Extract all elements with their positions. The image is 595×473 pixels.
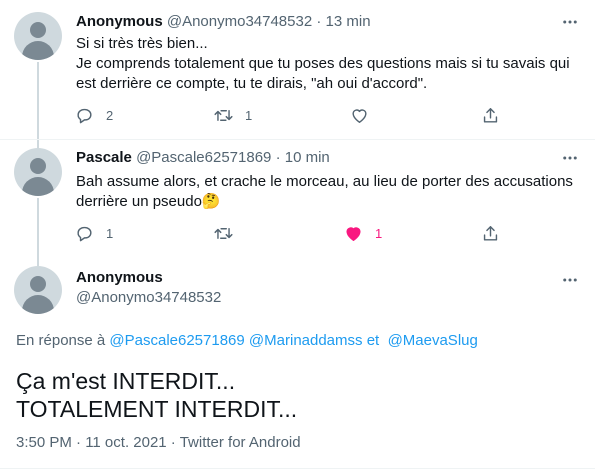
tweet-text-line: Je comprends totalement que tu poses des… <box>76 55 570 72</box>
mention-link[interactable]: @Pascale62571869 <box>109 332 244 349</box>
like-button[interactable]: 1 <box>344 224 382 243</box>
thread-line <box>37 198 39 266</box>
tweet-timestamp[interactable]: 3:50 PM · 11 oct. 2021 · Twitter for And… <box>16 433 301 453</box>
author-name[interactable]: Pascale <box>76 149 132 166</box>
like-icon <box>346 227 361 241</box>
retweet-count: 1 <box>245 108 253 123</box>
reply-count: 1 <box>106 226 114 241</box>
tweet-text-line: Bah assume alors, et crache le morceau, … <box>76 173 573 190</box>
main-tweet-text: Ça m'est INTERDIT... TOTALEMENT INTERDIT… <box>16 367 297 423</box>
reply-icon <box>77 108 92 124</box>
author-name[interactable]: Anonymous <box>76 13 163 30</box>
more-icon[interactable] <box>560 12 580 32</box>
retweet-icon <box>214 110 233 121</box>
thread-line <box>37 62 39 150</box>
mention-link[interactable]: @MaevaSlug <box>388 332 478 349</box>
reply-count: 2 <box>106 108 114 123</box>
reply-prefix: En réponse à <box>16 332 110 349</box>
author-name[interactable]: Anonymous <box>76 269 163 286</box>
main-tweet-name: Anonymous <box>76 268 163 288</box>
reply-context: En réponse à @Pascale62571869 @Marinadda… <box>16 331 478 351</box>
tweet-header: Pascale @Pascale62571869 · 10 min <box>76 148 330 168</box>
share-button[interactable] <box>481 224 500 243</box>
more-icon[interactable] <box>560 148 580 168</box>
mention-link[interactable]: @Marinaddamss <box>249 332 363 349</box>
author-handle[interactable]: @Anonymo34748532 <box>76 289 221 306</box>
meta-separator: · <box>271 149 285 166</box>
avatar[interactable] <box>14 266 62 314</box>
divider <box>0 139 595 140</box>
tweet-text-line: derrière un pseudo🤔 <box>76 192 221 212</box>
avatar[interactable] <box>14 12 62 60</box>
reply-button[interactable]: 1 <box>75 224 113 243</box>
tweet-time[interactable]: 13 min <box>326 13 371 30</box>
like-button[interactable] <box>350 106 369 125</box>
tweet-text-fragment: derrière un pseudo <box>76 193 202 210</box>
tweet-time[interactable]: 10 min <box>285 149 330 166</box>
share-button[interactable] <box>481 106 500 125</box>
divider <box>0 468 595 469</box>
mention-joiner: et <box>362 332 384 349</box>
retweet-button[interactable] <box>214 224 233 243</box>
reply-button[interactable]: 2 <box>75 106 113 125</box>
author-handle[interactable]: @Pascale62571869 <box>136 149 271 166</box>
main-tweet-handle: @Anonymo34748532 <box>76 288 221 308</box>
like-icon <box>352 109 367 123</box>
retweet-icon <box>214 228 233 239</box>
tweet-header: Anonymous @Anonymo34748532 · 13 min <box>76 12 371 32</box>
thinking-face-emoji: 🤔 <box>201 193 221 210</box>
meta-separator: · <box>312 13 326 30</box>
tweet-text-line: est derrière ce compte, tu te dirais, "a… <box>76 75 428 92</box>
retweet-button[interactable]: 1 <box>214 106 252 125</box>
share-icon <box>483 226 498 241</box>
like-count: 1 <box>375 226 383 241</box>
main-tweet-line: Ça m'est INTERDIT... <box>16 368 236 394</box>
more-icon[interactable] <box>560 270 580 290</box>
main-tweet-line: TOTALEMENT INTERDIT... <box>16 396 298 422</box>
share-icon <box>483 108 498 123</box>
reply-icon <box>77 226 92 242</box>
tweet-text-line: Si si très très bien... <box>76 35 208 52</box>
avatar[interactable] <box>14 148 62 196</box>
author-handle[interactable]: @Anonymo34748532 <box>167 13 312 30</box>
